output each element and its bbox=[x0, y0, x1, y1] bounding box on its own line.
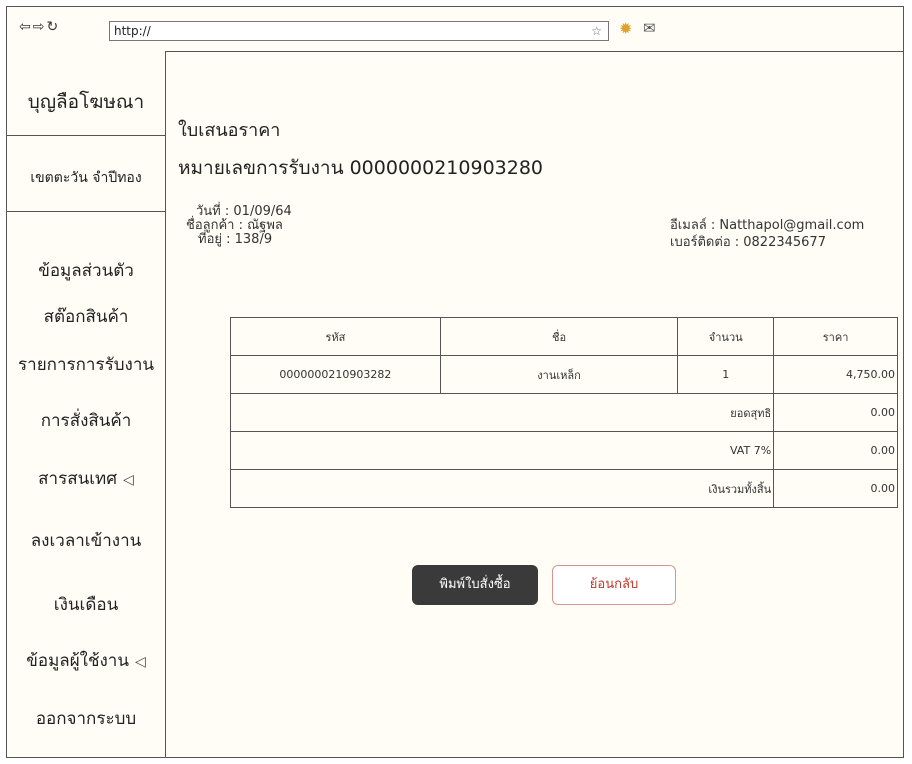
cell-qty: 1 bbox=[677, 355, 775, 394]
address-bar[interactable]: http:// ☆ bbox=[109, 21, 609, 41]
sidebar-item-label: ข้อมูลผู้ใช้งาน bbox=[26, 651, 129, 671]
summary-label: VAT 7% bbox=[229, 431, 775, 470]
sidebar-item-label: สต๊อกสินค้า bbox=[43, 307, 129, 327]
summary-row-total: เงินรวมทั้งสิ้น 0.00 bbox=[229, 469, 898, 508]
mail-icon[interactable]: ✉ bbox=[643, 19, 656, 37]
print-order-button[interactable]: พิมพ์ใบสั่งซื้อ bbox=[412, 565, 538, 605]
sidebar-item-salary[interactable]: เงินเดือน bbox=[7, 591, 165, 618]
browser-nav: ⇦⇨↻ bbox=[19, 19, 60, 35]
summary-value: 0.00 bbox=[773, 469, 898, 508]
summary-row-vat: VAT 7% 0.00 bbox=[229, 431, 898, 470]
sidebar-item-label: การสั่งสินค้า bbox=[40, 411, 132, 431]
back-button[interactable]: ย้อนกลับ bbox=[552, 565, 676, 605]
expand-arrow-icon: ◁ bbox=[123, 472, 134, 488]
forward-arrow-icon[interactable]: ⇨ bbox=[33, 19, 47, 35]
summary-row-net: ยอดสุทธิ 0.00 bbox=[229, 393, 898, 432]
phone-text: เบอร์ติดต่อ : 0822345677 bbox=[670, 235, 826, 250]
sidebar-item-label: ออกจากระบบ bbox=[35, 709, 137, 729]
sidebar-item-stock[interactable]: สต๊อกสินค้า bbox=[7, 303, 165, 330]
sidebar-item-label: รายการการรับงาน bbox=[18, 355, 154, 375]
sidebar-item-logout[interactable]: ออกจากระบบ bbox=[7, 705, 165, 732]
bookmark-star-icon[interactable]: ☆ bbox=[591, 22, 602, 40]
job-number: หมายเลขการรับงาน 0000000210903280 bbox=[178, 157, 544, 179]
sidebar-item-label: สารสนเทศ bbox=[38, 469, 118, 489]
column-header-code: รหัส bbox=[230, 317, 441, 356]
sidebar-item-timeclock[interactable]: ลงเวลาเข้างาน bbox=[7, 527, 165, 554]
summary-value: 0.00 bbox=[773, 393, 898, 432]
sidebar-item-jobs[interactable]: รายการการรับงาน bbox=[7, 351, 165, 378]
summary-label: เงินรวมทั้งสิ้น bbox=[229, 469, 775, 508]
summary-label: ยอดสุทธิ bbox=[229, 393, 775, 432]
url-text: http:// bbox=[114, 24, 151, 38]
sidebar-divider bbox=[7, 211, 165, 212]
quotation-table: รหัส ชื่อ จำนวน ราคา 0000000210903282 งา… bbox=[229, 317, 898, 508]
column-header-name: ชื่อ bbox=[439, 317, 679, 356]
browser-toolbar: ⇦⇨↻ http:// ☆ ✹ ✉ bbox=[7, 7, 903, 52]
sidebar-item-label: ลงเวลาเข้างาน bbox=[30, 531, 142, 551]
expand-arrow-icon: ◁ bbox=[134, 654, 146, 670]
sidebar-item-label: เงินเดือน bbox=[53, 595, 119, 615]
customer-info: วันที่ : 01/09/64 ชื่อลูกค้า : ณัฐพล ที่… bbox=[186, 205, 292, 247]
user-name: เขตตะวัน จำปีทอง bbox=[30, 170, 142, 186]
page-title: ใบเสนอราคา bbox=[178, 120, 281, 141]
customer-name: ชื่อลูกค้า : ณัฐพล bbox=[186, 218, 283, 233]
sidebar-divider bbox=[7, 135, 165, 136]
main-content: ใบเสนอราคา หมายเลขการรับงาน 000000021090… bbox=[166, 51, 903, 757]
settings-gear-icon[interactable]: ✹ bbox=[619, 19, 632, 38]
table-header: รหัส ชื่อ จำนวน ราคา bbox=[230, 317, 898, 356]
cell-code: 0000000210903282 bbox=[230, 355, 441, 394]
table-row: 0000000210903282 งานเหล็ก 1 4,750.00 bbox=[230, 355, 898, 394]
sidebar-item-information[interactable]: สารสนเทศ ◁ bbox=[7, 465, 165, 492]
date-text: วันที่ : 01/09/64 bbox=[196, 204, 292, 219]
contact-info: อีเมลล์ : Natthapol@gmail.com เบอร์ติดต่… bbox=[670, 217, 864, 251]
sidebar-item-profile[interactable]: ข้อมูลส่วนตัว bbox=[7, 257, 165, 284]
column-header-price: ราคา bbox=[773, 317, 898, 356]
email-text: อีเมลล์ : Natthapol@gmail.com bbox=[670, 218, 865, 233]
sidebar-item-users[interactable]: ข้อมูลผู้ใช้งาน ◁ bbox=[7, 647, 165, 674]
sidebar: บุญลือโฆษณา เขตตะวัน จำปีทอง ข้อมูลส่วนต… bbox=[7, 51, 166, 757]
sidebar-item-orders[interactable]: การสั่งสินค้า bbox=[7, 407, 165, 434]
sidebar-item-label: ข้อมูลส่วนตัว bbox=[38, 261, 134, 281]
column-header-qty: จำนวน bbox=[677, 317, 775, 356]
back-arrow-icon[interactable]: ⇦ bbox=[19, 19, 33, 35]
address-text: ที่อยู่ : 138/9 bbox=[198, 232, 273, 247]
cell-name: งานเหล็ก bbox=[439, 355, 679, 394]
cell-price: 4,750.00 bbox=[773, 355, 898, 394]
refresh-icon[interactable]: ↻ bbox=[46, 19, 60, 35]
brand-name: บุญลือโฆษณา bbox=[27, 91, 145, 113]
summary-value: 0.00 bbox=[773, 431, 898, 470]
app-window: ⇦⇨↻ http:// ☆ ✹ ✉ บุญลือโฆษณา เขตตะวัน จ… bbox=[6, 6, 904, 758]
